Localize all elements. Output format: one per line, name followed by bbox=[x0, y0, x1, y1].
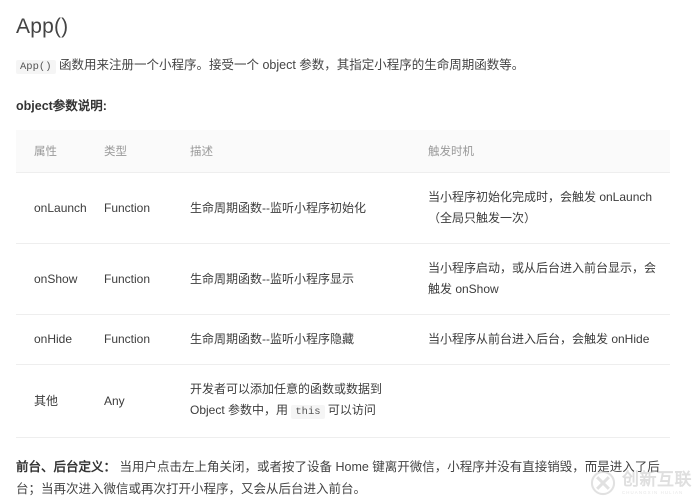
table-row: 其他 Any 开发者可以添加任意的函数或数据到 Object 参数中，用 thi… bbox=[16, 364, 670, 438]
cell-attribute: onShow bbox=[16, 243, 104, 315]
document-page: App() App() 函数用来注册一个小程序。接受一个 object 参数，其… bbox=[0, 0, 700, 502]
table-row: onShow Function 生命周期函数--监听小程序显示 当小程序启动，或… bbox=[16, 243, 670, 315]
cell-trigger-timing: 当小程序从前台进入后台，会触发 onHide bbox=[428, 314, 670, 365]
inline-code-this: this bbox=[291, 405, 325, 419]
note-lead-label: 前台、后台定义： bbox=[16, 460, 117, 474]
cell-trigger-timing: 当小程序初始化完成时，会触发 onLaunch（全局只触发一次） bbox=[428, 172, 670, 244]
column-header-attribute: 属性 bbox=[16, 130, 104, 173]
table-header-row: 属性 类型 描述 触发时机 bbox=[16, 130, 670, 173]
column-header-trigger-timing: 触发时机 bbox=[428, 130, 670, 173]
cell-attribute: onLaunch bbox=[16, 172, 104, 244]
section-heading-object-params: object参数说明: bbox=[16, 99, 107, 113]
cell-type: Function bbox=[104, 172, 190, 244]
cell-description-text-after: 可以访问 bbox=[324, 403, 376, 417]
cell-type: Any bbox=[104, 364, 190, 438]
inline-code-app: App() bbox=[16, 60, 56, 74]
column-header-description: 描述 bbox=[190, 130, 428, 173]
cell-description: 生命周期函数--监听小程序隐藏 bbox=[190, 314, 428, 365]
cell-description: 生命周期函数--监听小程序显示 bbox=[190, 243, 428, 315]
cell-trigger-timing: 当小程序启动，或从后台进入前台显示，会触发 onShow bbox=[428, 243, 670, 315]
params-table-head: 属性 类型 描述 触发时机 bbox=[16, 130, 670, 173]
column-header-type: 类型 bbox=[104, 130, 190, 173]
params-table-body: onLaunch Function 生命周期函数--监听小程序初始化 当小程序初… bbox=[16, 172, 670, 438]
notes-section: 前台、后台定义： 当用户点击左上角关闭，或者按了设备 Home 键离开微信，小程… bbox=[16, 438, 684, 502]
intro-paragraph-text: 函数用来注册一个小程序。接受一个 object 参数，其指定小程序的生命周期函数… bbox=[55, 58, 525, 72]
params-table-wrapper: 属性 类型 描述 触发时机 onLaunch Function 生命周期函数--… bbox=[16, 130, 670, 438]
note-foreground-background-definition: 前台、后台定义： 当用户点击左上角关闭，或者按了设备 Home 键离开微信，小程… bbox=[16, 456, 684, 500]
cell-description: 生命周期函数--监听小程序初始化 bbox=[190, 172, 428, 244]
table-row: onLaunch Function 生命周期函数--监听小程序初始化 当小程序初… bbox=[16, 172, 670, 244]
cell-type: Function bbox=[104, 314, 190, 365]
cell-description: 开发者可以添加任意的函数或数据到 Object 参数中，用 this 可以访问 bbox=[190, 364, 428, 438]
cell-trigger-timing bbox=[428, 364, 670, 438]
params-table: 属性 类型 描述 触发时机 onLaunch Function 生命周期函数--… bbox=[16, 130, 670, 438]
cell-type: Function bbox=[104, 243, 190, 315]
table-row: onHide Function 生命周期函数--监听小程序隐藏 当小程序从前台进… bbox=[16, 314, 670, 365]
page-title: App() bbox=[16, 15, 69, 38]
cell-attribute: 其他 bbox=[16, 364, 104, 438]
intro-paragraph: App() 函数用来注册一个小程序。接受一个 object 参数，其指定小程序的… bbox=[16, 40, 684, 78]
cell-attribute: onHide bbox=[16, 314, 104, 365]
